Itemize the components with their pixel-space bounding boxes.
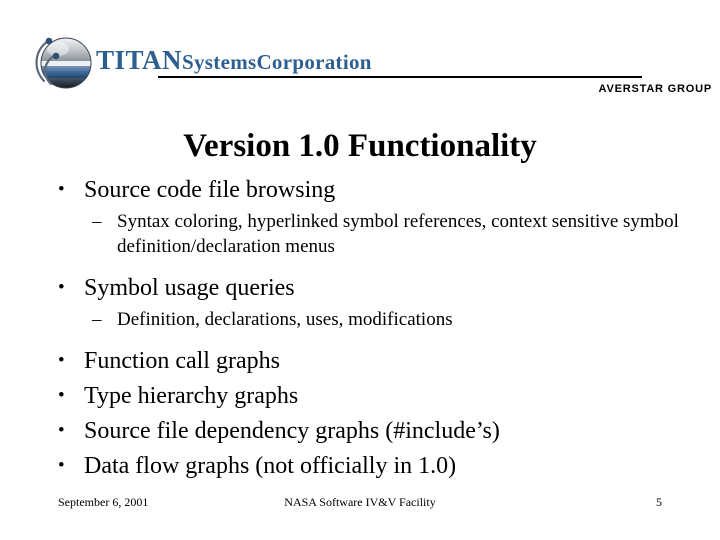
wordmark-corporation: Corporation bbox=[256, 50, 372, 74]
bullet-marker-icon: • bbox=[58, 455, 65, 476]
bullet-marker-icon: • bbox=[58, 277, 65, 298]
bullet-marker-icon: • bbox=[58, 385, 65, 406]
bullet-item: – Definition, declarations, uses, modifi… bbox=[0, 307, 720, 332]
header-divider bbox=[158, 76, 642, 78]
company-logo: TITANSystemsCorporation bbox=[22, 31, 422, 95]
bullet-item: • Function call graphs bbox=[0, 345, 720, 377]
bullet-marker-icon: • bbox=[58, 350, 65, 371]
bullet-item: • Source code file browsing bbox=[0, 174, 720, 206]
bullet-text: Data flow graphs (not officially in 1.0) bbox=[84, 453, 457, 479]
slide-title: Version 1.0 Functionality bbox=[183, 128, 537, 164]
bullet-text: Source file dependency graphs (#include’… bbox=[84, 418, 500, 444]
wordmark-systems: Systems bbox=[182, 50, 257, 74]
footer-page-number: 5 bbox=[656, 495, 662, 509]
bullet-item: • Type hierarchy graphs bbox=[0, 380, 720, 412]
slide-body: • Source code file browsing – Syntax col… bbox=[0, 174, 720, 485]
bullet-text: Definition, declarations, uses, modifica… bbox=[117, 309, 453, 330]
logo-wordmark: TITANSystemsCorporation bbox=[96, 45, 372, 76]
slide-footer: September 6, 2001 NASA Software IV&V Fac… bbox=[0, 495, 720, 515]
dash-marker-icon: – bbox=[92, 309, 102, 330]
slide-header: TITANSystemsCorporation AVERSTAR GROUP bbox=[0, 0, 720, 110]
bullet-text: Symbol usage queries bbox=[84, 275, 295, 301]
bullet-item: – Syntax coloring, hyperlinked symbol re… bbox=[0, 209, 720, 259]
bullet-item: • Symbol usage queries bbox=[0, 272, 720, 304]
bullet-text: Type hierarchy graphs bbox=[84, 383, 299, 409]
footer-organization: NASA Software IV&V Facility bbox=[284, 495, 436, 509]
bullet-marker-icon: • bbox=[58, 420, 65, 441]
bullet-text: Syntax coloring, hyperlinked symbol refe… bbox=[117, 211, 679, 257]
wordmark-titan: TITAN bbox=[96, 45, 183, 75]
bullet-item: • Source file dependency graphs (#includ… bbox=[0, 415, 720, 447]
bullet-marker-icon: • bbox=[58, 179, 65, 200]
bullet-text: Function call graphs bbox=[84, 348, 280, 374]
bullet-item: • Data flow graphs (not officially in 1.… bbox=[0, 450, 720, 482]
bullet-text: Source code file browsing bbox=[84, 177, 336, 203]
header-subtitle: AVERSTAR GROUP bbox=[598, 83, 712, 95]
dash-marker-icon: – bbox=[92, 211, 102, 232]
titan-globe-logo-icon bbox=[22, 31, 94, 93]
